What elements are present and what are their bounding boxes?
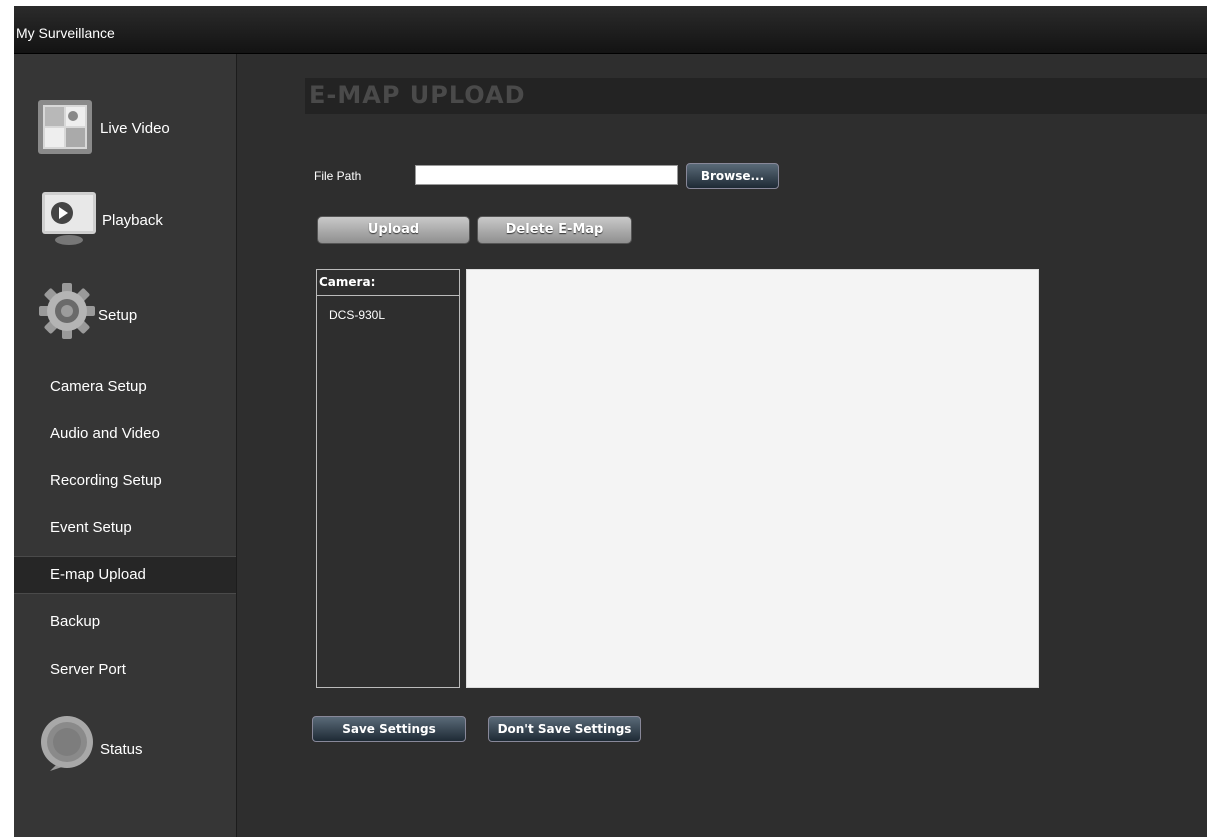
camera-list: DCS-930L xyxy=(317,296,459,322)
sidebar-item-label: Playback xyxy=(102,212,163,229)
title-bar: My Surveillance xyxy=(14,6,1207,54)
gear-icon xyxy=(39,283,95,339)
sidebar-item-camera-setup[interactable]: Camera Setup xyxy=(14,369,236,405)
page-title: E-MAP UPLOAD xyxy=(309,81,526,109)
sidebar-item-status[interactable]: Status xyxy=(14,699,236,789)
sidebar-item-live-video[interactable]: Live Video xyxy=(14,90,236,180)
sidebar: Live Video Playback Setup Camera Setup A… xyxy=(14,54,237,837)
sidebar-item-label: Event Setup xyxy=(50,519,132,536)
list-item[interactable]: DCS-930L xyxy=(317,296,459,322)
camera-list-panel: Camera: DCS-930L xyxy=(316,269,460,688)
sidebar-item-label: Live Video xyxy=(100,120,170,137)
sidebar-item-label: Status xyxy=(100,741,143,758)
delete-e-map-button[interactable]: Delete E-Map xyxy=(477,216,632,244)
sidebar-item-audio-and-video[interactable]: Audio and Video xyxy=(14,416,236,452)
file-path-label: File Path xyxy=(314,169,362,183)
page-heading: E-MAP UPLOAD xyxy=(305,78,1207,114)
dont-save-settings-button[interactable]: Don't Save Settings xyxy=(488,716,641,742)
window-title: My Surveillance xyxy=(16,25,115,41)
live-video-icon xyxy=(38,100,92,154)
save-settings-button[interactable]: Save Settings xyxy=(312,716,466,742)
main-panel: E-MAP UPLOAD File Path Browse... Upload … xyxy=(237,54,1207,837)
sidebar-item-recording-setup[interactable]: Recording Setup xyxy=(14,463,236,499)
sidebar-item-label: Audio and Video xyxy=(50,425,160,442)
sidebar-item-label: Backup xyxy=(50,613,101,630)
browse-button[interactable]: Browse... xyxy=(686,163,779,189)
sidebar-item-backup[interactable]: Backup xyxy=(14,604,236,640)
sidebar-item-label: Camera Setup xyxy=(50,378,147,395)
sidebar-item-label: Server Port xyxy=(50,661,126,678)
sidebar-item-event-setup[interactable]: Event Setup xyxy=(14,510,236,546)
upload-button[interactable]: Upload xyxy=(317,216,470,244)
sidebar-item-label: E-map Upload xyxy=(50,566,146,583)
playback-icon xyxy=(42,192,96,245)
sidebar-item-label: Recording Setup xyxy=(50,472,162,489)
file-path-input[interactable] xyxy=(415,165,678,185)
camera-list-header: Camera: xyxy=(317,270,459,296)
sidebar-item-setup[interactable]: Setup xyxy=(14,274,236,364)
e-map-canvas[interactable] xyxy=(466,269,1039,688)
sidebar-item-server-port[interactable]: Server Port xyxy=(14,652,236,688)
sidebar-item-playback[interactable]: Playback xyxy=(14,182,236,272)
status-icon xyxy=(41,716,93,771)
app-window: My Surveillance Live Video Playback Setu… xyxy=(14,6,1207,837)
sidebar-item-e-map-upload[interactable]: E-map Upload xyxy=(14,556,236,594)
sidebar-item-label: Setup xyxy=(98,307,138,324)
